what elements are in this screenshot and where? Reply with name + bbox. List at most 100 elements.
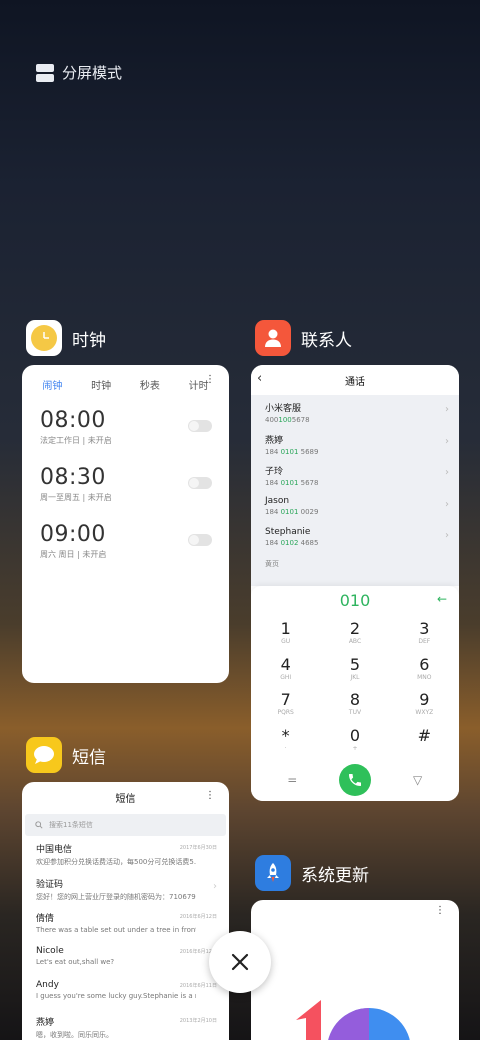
contact-name: 小米客服	[265, 404, 302, 414]
back-icon[interactable]: ‹	[257, 371, 262, 386]
dialpad: 010 ← 1 GU 2 ABC 3 DEF 4 GHI 5 JKL 6 MNO 7 PQRS…	[251, 586, 459, 801]
search-placeholder: 搜索11条短信	[49, 821, 93, 829]
contact-row[interactable]: Jason 184 0101 0029 ›	[251, 490, 459, 522]
message-preview: There was a table set out under a tree i…	[36, 926, 196, 934]
message-preview: 您好！您的网上营业厅登录的随机密码为：710679...	[36, 892, 196, 901]
tab-alarm[interactable]: 闹钟	[42, 377, 62, 392]
message-date: 2016年6月12日	[179, 914, 217, 920]
chevron-right-icon: ›	[445, 404, 449, 415]
contact-number: 4001005678	[265, 416, 310, 424]
dial-key-6[interactable]: 6 MNO	[390, 655, 459, 692]
contact-number: 184 0102 4685	[265, 539, 319, 547]
app-name-contacts: 联系人	[301, 330, 352, 351]
alarm-time: 08:00	[40, 408, 106, 433]
dial-key-5[interactable]: 5 JKL	[320, 655, 389, 692]
message-row[interactable]: Nicole Let's eat out,shall we? 2016年6月12…	[22, 940, 229, 975]
alarm-time: 08:30	[40, 465, 106, 490]
dial-key-hash[interactable]: #	[390, 726, 459, 763]
alarm-toggle[interactable]	[188, 420, 212, 432]
alarm-item[interactable]: 08:00 法定工作日 | 未开启	[22, 400, 229, 457]
contact-name: 燕婷	[265, 435, 284, 446]
alarm-toggle[interactable]	[188, 534, 212, 546]
alarm-item[interactable]: 09:00 周六 周日 | 未开启	[22, 514, 229, 571]
message-date: 2013年2月10日	[179, 1017, 217, 1024]
clock-tabs: 闹钟 时钟 秒表 计时	[22, 369, 229, 399]
dial-number: 010	[339, 591, 371, 610]
menu-icon[interactable]: =	[276, 773, 308, 787]
split-screen-icon	[36, 63, 54, 82]
contact-number: 184 0101 0029	[265, 507, 319, 516]
message-preview: 欢迎参加积分兑换话费活动，每500分可兑换话费5...	[36, 858, 196, 866]
contacts-topbar: ‹ 通话	[251, 365, 459, 395]
contacts-title: 通话	[345, 376, 365, 388]
message-sender: 验证码	[36, 879, 64, 890]
split-screen-label: 分屏模式	[62, 64, 123, 82]
call-button[interactable]	[338, 764, 371, 796]
message-row[interactable]: 验证码 您好！您的网上营业厅登录的随机密码为：710679... ›	[22, 871, 229, 906]
chevron-right-icon: ›	[213, 880, 217, 892]
split-screen-button[interactable]: 分屏模式	[36, 62, 122, 83]
dial-key-9[interactable]: 9 WXYZ	[390, 691, 459, 727]
close-icon	[231, 953, 249, 971]
dial-key-star[interactable]: * ·	[251, 726, 320, 763]
contact-name: Jason	[265, 495, 290, 506]
contact-name: 子玲	[265, 467, 284, 477]
dial-key-1[interactable]: 1 GU	[251, 620, 320, 656]
phone-icon	[348, 774, 361, 786]
contact-row[interactable]: 燕婷 184 0101 5689 ›	[251, 427, 459, 459]
contact-number: 184 0101 5678	[265, 479, 319, 487]
alarm-repeat: 周六 周日 | 未开启	[40, 550, 107, 559]
message-row[interactable]: 中国电信 欢迎参加积分兑换话费活动，每500分可兑换话费5... 2017年6月…	[22, 836, 229, 871]
dial-key-0[interactable]: 0 +	[320, 726, 389, 763]
chevron-right-icon: ›	[445, 467, 449, 478]
more-icon[interactable]: ⋮	[205, 790, 215, 801]
tab-stopwatch[interactable]: 秒表	[140, 377, 160, 392]
backspace-icon[interactable]: ←	[437, 592, 447, 606]
rocket-icon	[255, 855, 291, 891]
recent-app-card-update[interactable]: ⋮	[251, 900, 459, 1040]
dial-keys: 1 GU 2 ABC 3 DEF 4 GHI 5 JKL 6 MNO 7 PQRS 8 TUV …	[251, 612, 459, 762]
alarm-toggle[interactable]	[188, 477, 212, 489]
message-row[interactable]: 燕婷 嗯，收到啦。同乐同乐。 2013年2月10日	[22, 1009, 229, 1040]
collapse-keypad-icon[interactable]: ▽	[402, 773, 434, 787]
sms-icon	[26, 737, 62, 773]
contact-number: 184 0101 5689	[265, 447, 319, 456]
close-all-button[interactable]	[209, 931, 271, 993]
call-list: 小米客服 4001005678 › 燕婷 184 0101 5689 › 子玲 …	[251, 395, 459, 586]
chevron-right-icon: ›	[445, 498, 449, 510]
contacts-icon	[255, 320, 291, 356]
sms-search-input[interactable]: 搜索11条短信	[25, 814, 226, 836]
miui-10-logo	[296, 1000, 410, 1040]
section-header: 黄页	[265, 559, 279, 568]
sms-title: 短信	[115, 793, 136, 805]
recent-app-card-clock[interactable]: 闹钟 时钟 秒表 计时 ⋮ 08:00 法定工作日 | 未开启 08:30 周一…	[22, 365, 229, 683]
app-header-contacts[interactable]: 联系人	[255, 320, 352, 356]
contact-row[interactable]: 子玲 184 0101 5678 ›	[251, 458, 459, 490]
message-row[interactable]: Andy I guess you're some lucky guy.Steph…	[22, 974, 229, 1009]
chevron-right-icon: ›	[445, 435, 449, 447]
message-preview: I guess you're some lucky guy.Stephanie …	[36, 992, 196, 1000]
alarm-repeat: 法定工作日 | 未开启	[40, 436, 112, 445]
message-preview: Let's eat out,shall we?	[36, 957, 115, 966]
message-date: 2017年6月30日	[179, 845, 217, 851]
dial-key-4[interactable]: 4 GHI	[251, 655, 320, 692]
message-preview: 嗯，收到啦。同乐同乐。	[36, 1030, 113, 1039]
dial-key-2[interactable]: 2 ABC	[320, 620, 389, 656]
dial-actions: = ▽	[251, 762, 459, 798]
recent-app-card-sms[interactable]: 短信 ⋮ 搜索11条短信 中国电信 欢迎参加积分兑换话费活动，每500分可兑换话…	[22, 782, 229, 1040]
contact-row[interactable]: 小米客服 4001005678 ›	[251, 395, 459, 427]
recent-app-card-contacts[interactable]: ‹ 通话 小米客服 4001005678 › 燕婷 184 0101 5689 …	[251, 365, 459, 801]
contact-row[interactable]: Stephanie 184 0102 4685 ›	[251, 521, 459, 553]
tab-clock[interactable]: 时钟	[91, 377, 111, 392]
dial-key-3[interactable]: 3 DEF	[390, 620, 459, 656]
dial-key-7[interactable]: 7 PQRS	[251, 691, 320, 727]
more-icon[interactable]: ⋮	[205, 374, 215, 385]
app-header-update[interactable]: 系统更新	[255, 855, 369, 891]
app-header-sms[interactable]: 短信	[26, 737, 106, 773]
dial-key-8[interactable]: 8 TUV	[320, 691, 389, 727]
contact-name: Stephanie	[265, 527, 311, 537]
alarm-repeat: 周一至周五 | 未开启	[40, 493, 112, 502]
message-row[interactable]: 倩倩 There was a table set out under a tre…	[22, 905, 229, 940]
app-header-clock[interactable]: 时钟	[26, 320, 106, 356]
alarm-item[interactable]: 08:30 周一至周五 | 未开启	[22, 457, 229, 514]
